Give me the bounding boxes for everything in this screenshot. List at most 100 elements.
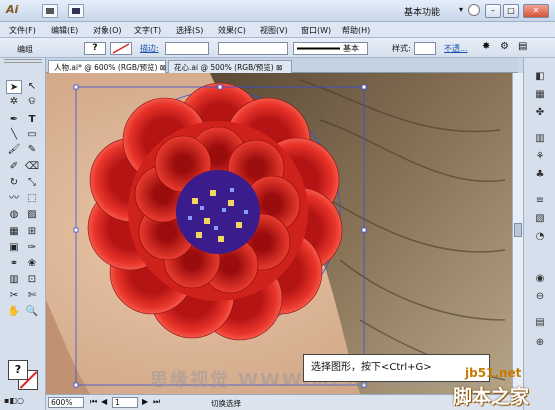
mesh-tool-icon[interactable]: ⊞ [24, 225, 40, 239]
line-tool-icon[interactable]: ╲ [6, 128, 22, 142]
scissors-tool-icon[interactable]: ✄ [24, 289, 40, 303]
menu-select[interactable]: 选择(S) [176, 25, 203, 36]
brushes-panel-icon[interactable]: ✤ [532, 106, 548, 120]
hand-tool-icon[interactable]: ✋ [6, 305, 22, 319]
artboards-panel-icon[interactable]: ⊕ [532, 336, 548, 350]
rotate-tool-icon[interactable]: ↻ [6, 176, 22, 190]
recolor-artwork-icon[interactable]: ✸ [482, 41, 490, 52]
last-artboard-icon[interactable]: ⏭ [153, 397, 160, 407]
artboard-canvas[interactable] [46, 73, 512, 394]
panel-dock: ◧ ▦ ✤ ▥ ⚘ ♣ ≡ ▧ ◔ ◉ ⊖ ▤ ⊕ [523, 58, 555, 410]
zoom-tool-icon[interactable]: 🔍 [24, 305, 40, 319]
shape-builder-tool-icon[interactable]: ◍ [6, 208, 22, 222]
close-button[interactable]: ✕ [523, 4, 549, 18]
arrange-documents-button[interactable] [68, 4, 84, 18]
current-tool-status[interactable]: 切换选择 [211, 398, 241, 409]
stroke-panel-icon[interactable]: ◔ [532, 230, 548, 244]
menu-help[interactable]: 帮助(H) [342, 25, 370, 36]
fill-stroke-control[interactable]: ? [8, 360, 38, 390]
menu-effect[interactable]: 效果(C) [218, 25, 246, 36]
app-logo: Ai [6, 3, 19, 16]
type-tool-icon[interactable]: T [24, 113, 40, 127]
instruction-callout: 选择图形，按下<Ctrl+G> [303, 354, 490, 382]
next-artboard-icon[interactable]: ▶ [142, 397, 148, 406]
document-setup-icon[interactable]: ⚙ [500, 41, 509, 52]
tab-label: 人物.ai* @ 600% (RGB/预览) [54, 63, 158, 72]
blend-tool-icon[interactable]: ⚭ [6, 257, 22, 271]
transform-panel-icon[interactable]: ▤ [532, 316, 548, 330]
symbol-sprayer-tool-icon[interactable]: ❀ [24, 257, 40, 271]
illustrator-window: Ai 基本功能 ▾ – □ ✕ 文件(F) 编辑(E) 对象(O) 文字(T) … [0, 0, 555, 410]
panel-grip[interactable] [4, 59, 42, 63]
tab-close-icon[interactable]: ⊠ [160, 63, 166, 72]
pathfinder-panel-icon[interactable]: ⊖ [532, 290, 548, 304]
zoom-level-field[interactable]: 600% [48, 397, 84, 408]
menu-edit[interactable]: 编辑(E) [51, 25, 78, 36]
appearance-panel-icon[interactable]: ♣ [532, 168, 548, 182]
tab-label: 花心.ai @ 500% (RGB/预览) [174, 63, 274, 72]
stroke-color-swatch[interactable] [110, 42, 132, 55]
menu-window[interactable]: 窗口(W) [301, 25, 331, 36]
align-icon[interactable]: ▤ [518, 41, 527, 52]
graphic-style-swatch[interactable] [414, 42, 436, 55]
column-graph-tool-icon[interactable]: ▥ [6, 273, 22, 287]
status-bar: 600% ⏮ ◀ 1 ▶ ⏭ 切换选择 [46, 394, 523, 410]
bridge-button[interactable] [42, 4, 58, 18]
color-mode-icon[interactable]: ▪◧○ [4, 394, 24, 408]
rectangle-tool-icon[interactable]: ▭ [24, 128, 40, 142]
paintbrush-tool-icon[interactable]: 🖌 [6, 143, 22, 157]
fill-swatch[interactable]: ? [8, 360, 28, 380]
stroke-label[interactable]: 描边: [140, 43, 159, 54]
minimize-button[interactable]: – [485, 4, 501, 18]
direct-selection-tool-icon[interactable]: ↖ [24, 80, 40, 94]
tab-document-1[interactable]: 人物.ai* @ 600% (RGB/预览) ⊠ [48, 60, 166, 73]
opacity-label[interactable]: 不透... [444, 43, 468, 54]
pencil-tool-icon[interactable]: ✎ [24, 143, 40, 157]
selection-tool-icon[interactable]: ➤ [6, 80, 22, 94]
tools-panel: ➤ ↖ ✲ ଡ ✒ T ╲ ▭ 🖌 ✎ ✐ ⌫ ↻ ⤡ 〰 ⬚ ◍ ▨ ▦ ⊞ … [0, 58, 46, 410]
brush-definition[interactable]: 基本 [293, 42, 368, 55]
gradient-tool-icon[interactable]: ▣ [6, 241, 22, 255]
workspace-chevron-down-icon[interactable]: ▾ [459, 5, 463, 14]
menu-view[interactable]: 视图(V) [260, 25, 288, 36]
eyedropper-tool-icon[interactable]: ✑ [24, 241, 40, 255]
vertical-scrollbar[interactable] [512, 73, 523, 394]
symbols-panel-icon[interactable]: ▥ [532, 132, 548, 146]
menu-bar: 文件(F) 编辑(E) 对象(O) 文字(T) 选择(S) 效果(C) 视图(V… [0, 22, 555, 38]
stroke-none-icon [112, 43, 130, 54]
menu-object[interactable]: 对象(O) [93, 25, 122, 36]
search-icon[interactable] [468, 4, 480, 16]
scrollbar-thumb[interactable] [514, 223, 522, 237]
stroke-preview [297, 47, 340, 50]
align-panel-icon[interactable]: ◉ [532, 272, 548, 286]
workspace-switcher[interactable]: 基本功能 [404, 5, 440, 18]
menu-type[interactable]: 文字(T) [134, 25, 161, 36]
previous-artboard-icon[interactable]: ◀ [101, 397, 107, 406]
layers-panel-icon[interactable]: ≡ [532, 194, 548, 208]
tab-close-icon[interactable]: ⊠ [276, 63, 282, 72]
transparency-panel-icon[interactable]: ▧ [532, 212, 548, 226]
slice-tool-icon[interactable]: ✂ [6, 289, 22, 303]
fill-color-swatch[interactable]: ? [84, 42, 106, 55]
menu-file[interactable]: 文件(F) [9, 25, 36, 36]
color-panel-icon[interactable]: ◧ [532, 70, 548, 84]
pen-tool-icon[interactable]: ✒ [6, 113, 22, 127]
stroke-weight-field[interactable] [165, 42, 209, 55]
scale-tool-icon[interactable]: ⤡ [24, 176, 40, 190]
eraser-tool-icon[interactable]: ⌫ [24, 160, 40, 174]
lasso-tool-icon[interactable]: ଡ [24, 95, 40, 109]
first-artboard-icon[interactable]: ⏮ [90, 397, 97, 407]
magic-wand-tool-icon[interactable]: ✲ [6, 95, 22, 109]
artboard-tool-icon[interactable]: ⊡ [24, 273, 40, 287]
warp-tool-icon[interactable]: 〰 [6, 192, 22, 206]
tab-document-2[interactable]: 花心.ai @ 500% (RGB/预览) ⊠ [168, 60, 292, 73]
variable-width-profile[interactable] [218, 42, 288, 55]
graphic-styles-panel-icon[interactable]: ⚘ [532, 150, 548, 164]
maximize-button[interactable]: □ [503, 4, 519, 18]
blob-brush-tool-icon[interactable]: ✐ [6, 160, 22, 174]
artboard-number-field[interactable]: 1 [112, 397, 138, 408]
free-transform-tool-icon[interactable]: ⬚ [24, 192, 40, 206]
perspective-grid-tool-icon[interactable]: ▦ [6, 225, 22, 239]
swatches-panel-icon[interactable]: ▦ [532, 88, 548, 102]
live-paint-tool-icon[interactable]: ▨ [24, 208, 40, 222]
